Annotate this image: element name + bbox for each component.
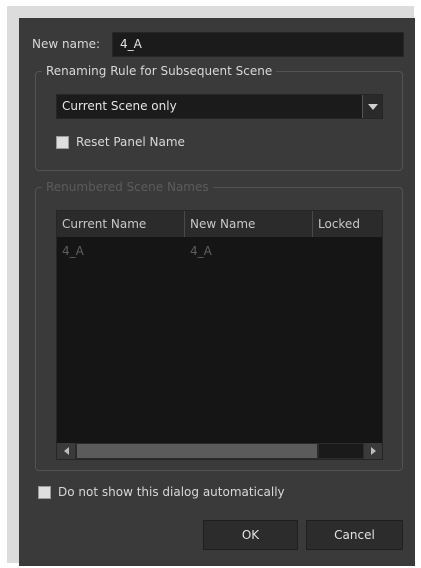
- table-row: 4_A 4_A: [57, 241, 382, 261]
- renaming-rule-dropdown[interactable]: Current Scene only: [56, 94, 383, 119]
- new-name-row: New name:: [32, 31, 106, 57]
- reset-panel-name-checkbox[interactable]: [56, 135, 69, 149]
- renumbered-scene-table: Current Name New Name Locked 4_A 4_A: [56, 210, 383, 460]
- renaming-rule-group: Renaming Rule for Subsequent Scene Curre…: [35, 64, 403, 171]
- dont-show-dialog-label: Do not show this dialog automatically: [58, 485, 285, 499]
- column-header-current-name[interactable]: Current Name: [57, 211, 185, 237]
- scrollbar-thumb[interactable]: [77, 444, 317, 458]
- horizontal-scrollbar[interactable]: [57, 443, 382, 459]
- scroll-left-icon: [63, 447, 69, 455]
- new-name-label: New name:: [32, 37, 101, 51]
- cell-current-name: 4_A: [62, 244, 84, 258]
- cancel-button[interactable]: Cancel: [306, 520, 403, 550]
- renaming-rule-title: Renaming Rule for Subsequent Scene: [42, 64, 277, 78]
- renumbered-scene-names-title: Renumbered Scene Names: [42, 180, 213, 194]
- cell-new-name: 4_A: [190, 244, 212, 258]
- dont-show-dialog-checkbox-row[interactable]: Do not show this dialog automatically: [38, 485, 285, 499]
- renumbered-scene-names-group: Renumbered Scene Names Current Name New …: [35, 180, 403, 471]
- scroll-right-icon: [370, 447, 376, 455]
- column-header-locked[interactable]: Locked: [313, 211, 382, 237]
- dont-show-dialog-checkbox[interactable]: [38, 485, 51, 499]
- new-name-input[interactable]: 4_A: [112, 32, 404, 57]
- dropdown-button[interactable]: [362, 95, 382, 118]
- reset-panel-name-label: Reset Panel Name: [76, 135, 185, 149]
- dropdown-arrow-icon: [367, 103, 378, 110]
- scroll-right-button[interactable]: [364, 443, 382, 459]
- table-header: Current Name New Name Locked: [57, 211, 382, 237]
- reset-panel-name-checkbox-row[interactable]: Reset Panel Name: [56, 135, 185, 149]
- scroll-left-button[interactable]: [57, 443, 75, 459]
- cell-locked: [313, 241, 382, 261]
- ok-button[interactable]: OK: [203, 520, 298, 550]
- column-header-new-name[interactable]: New Name: [185, 211, 313, 237]
- scrollbar-trough: [319, 444, 363, 458]
- renaming-rule-value: Current Scene only: [62, 99, 177, 113]
- rename-scene-dialog: New name: 4_A Renaming Rule for Subseque…: [19, 18, 415, 566]
